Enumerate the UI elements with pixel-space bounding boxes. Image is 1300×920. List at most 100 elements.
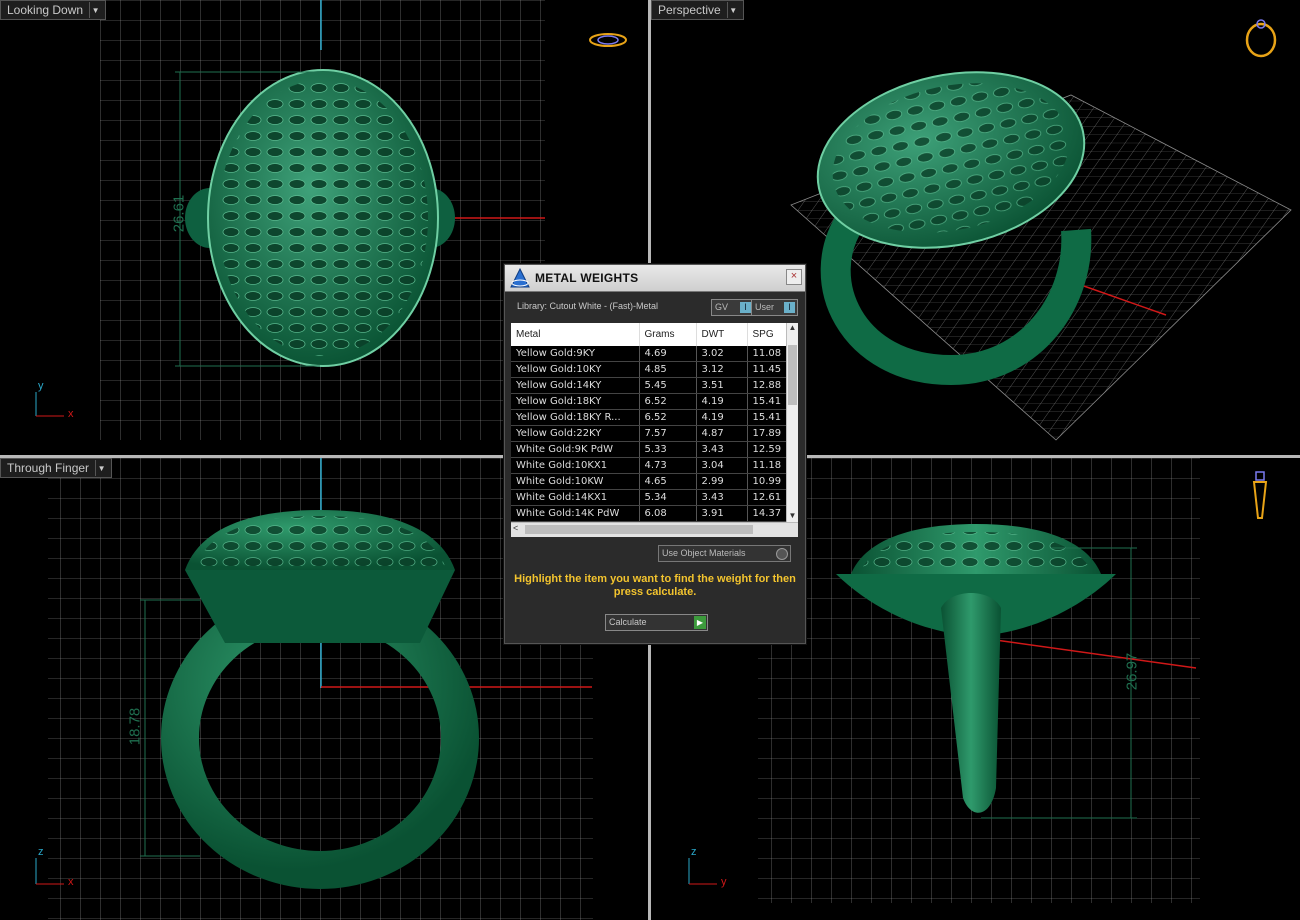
metal-weights-table: Metal Grams DWT SPG Yellow Gold:9KY 4.69 3.02… xyxy=(511,323,788,522)
table-cell: Yellow Gold:18KY xyxy=(511,393,640,410)
viewport-label[interactable]: Looking Down ▼ xyxy=(0,0,107,20)
table-cell: Yellow Gold:10KY xyxy=(511,361,640,378)
table-cell: 5.34 xyxy=(639,489,697,506)
table-cell: 4.19 xyxy=(696,409,748,426)
table-cell: 14.37 xyxy=(747,505,788,522)
viewport-label[interactable]: Through Finger ▼ xyxy=(0,458,113,478)
table-cell: Yellow Gold:9KY xyxy=(511,346,640,362)
app-logo-icon xyxy=(510,267,530,288)
table-row[interactable]: White Gold:10KW 4.65 2.99 10.99 xyxy=(511,473,788,490)
table-row[interactable]: Yellow Gold:18KY 6.52 4.19 15.41 xyxy=(511,393,788,410)
table-cell: White Gold:10KW xyxy=(511,473,640,490)
play-icon: ▶ xyxy=(694,616,706,629)
vertical-scrollbar[interactable]: ▲ ▼ xyxy=(786,323,798,523)
table-row[interactable]: Yellow Gold:18KY R... 6.52 4.19 15.41 xyxy=(511,409,788,426)
table-cell: 4.65 xyxy=(639,473,697,490)
table-cell: 4.73 xyxy=(639,457,697,474)
column-header[interactable]: Metal xyxy=(511,323,640,346)
instruction-text: Highlight the item you want to find the … xyxy=(514,573,796,598)
table-cell: 11.08 xyxy=(747,346,788,362)
scroll-thumb[interactable] xyxy=(525,525,753,534)
table-cell: 5.33 xyxy=(639,441,697,458)
axis-x-label: x xyxy=(68,408,74,420)
chevron-down-icon[interactable]: ▼ xyxy=(95,460,107,476)
table-cell: 4.19 xyxy=(696,393,748,410)
viewport-label[interactable]: Perspective ▼ xyxy=(651,0,744,20)
toggle-icon: I xyxy=(740,302,751,313)
ring-orientation-icon xyxy=(1252,471,1268,519)
table-cell: 11.45 xyxy=(747,361,788,378)
table-cell: 2.99 xyxy=(696,473,748,490)
table-cell: 15.41 xyxy=(747,409,788,426)
table-cell: 3.51 xyxy=(696,377,748,394)
table-cell: 4.85 xyxy=(639,361,697,378)
scroll-up-icon[interactable]: ▲ xyxy=(787,323,798,335)
dimension-label: 26.61 xyxy=(170,194,188,233)
table-cell: 4.87 xyxy=(696,425,748,442)
table-cell: 3.43 xyxy=(696,489,748,506)
column-header[interactable]: Grams xyxy=(639,323,697,346)
table-row[interactable]: White Gold:14K PdW 6.08 3.91 14.37 xyxy=(511,505,788,522)
table-cell: 4.69 xyxy=(639,346,697,362)
axis-x-label: x xyxy=(68,876,74,888)
table-cell: 15.41 xyxy=(747,393,788,410)
use-object-materials-label: Use Object Materials xyxy=(662,548,746,558)
calculate-label: Calculate xyxy=(609,617,647,627)
table-row[interactable]: White Gold:14KX1 5.34 3.43 12.61 xyxy=(511,489,788,506)
table-cell: 6.52 xyxy=(639,393,697,410)
scroll-thumb[interactable] xyxy=(788,345,797,405)
table-cell: 3.02 xyxy=(696,346,748,362)
horizontal-scrollbar[interactable]: < xyxy=(511,522,798,537)
axis-z-label: z xyxy=(38,846,44,858)
user-toggle-label: User xyxy=(755,302,775,312)
table-cell: 10.99 xyxy=(747,473,788,490)
library-label: Library: Cutout White - (Fast)-Metal xyxy=(517,301,659,311)
viewport-title: Looking Down xyxy=(7,2,84,17)
table-cell: 17.89 xyxy=(747,425,788,442)
table-row[interactable]: White Gold:9K PdW 5.33 3.43 12.59 xyxy=(511,441,788,458)
table-cell: 3.04 xyxy=(696,457,748,474)
table-row[interactable]: Yellow Gold:14KY 5.45 3.51 12.88 xyxy=(511,377,788,394)
toggle-icon: I xyxy=(784,302,795,313)
viewport-title: Perspective xyxy=(658,2,721,17)
metal-table-container: Metal Grams DWT SPG Yellow Gold:9KY 4.69 3.02… xyxy=(511,323,798,537)
table-cell: 3.43 xyxy=(696,441,748,458)
ring-orientation-icon xyxy=(1245,19,1277,58)
table-cell: White Gold:9K PdW xyxy=(511,441,640,458)
column-header[interactable]: DWT xyxy=(696,323,748,346)
table-row[interactable]: Yellow Gold:9KY 4.69 3.02 11.08 xyxy=(511,346,788,362)
table-cell: Yellow Gold:14KY xyxy=(511,377,640,394)
table-cell: 12.59 xyxy=(747,441,788,458)
table-cell: 3.12 xyxy=(696,361,748,378)
table-cell: White Gold:14KX1 xyxy=(511,489,640,506)
table-row[interactable]: White Gold:10KX1 4.73 3.04 11.18 xyxy=(511,457,788,474)
axis-y-label: y xyxy=(38,380,44,392)
table-cell: 11.18 xyxy=(747,457,788,474)
table-cell: 7.57 xyxy=(639,425,697,442)
radio-icon xyxy=(776,548,788,560)
chevron-down-icon[interactable]: ▼ xyxy=(726,2,739,18)
dialog-titlebar[interactable]: METAL WEIGHTS × xyxy=(505,265,805,292)
axis-y-label: y xyxy=(721,876,727,888)
table-cell: Yellow Gold:22KY xyxy=(511,425,640,442)
dialog-title: METAL WEIGHTS xyxy=(535,271,639,285)
viewport-title: Through Finger xyxy=(7,460,90,475)
metal-weights-dialog: METAL WEIGHTS × Library: Cutout White - … xyxy=(504,264,806,644)
table-cell: 3.91 xyxy=(696,505,748,522)
table-cell: White Gold:10KX1 xyxy=(511,457,640,474)
gv-toggle[interactable]: GV I xyxy=(711,299,754,316)
column-header[interactable]: SPG xyxy=(747,323,788,346)
table-row[interactable]: Yellow Gold:10KY 4.85 3.12 11.45 xyxy=(511,361,788,378)
calculate-button[interactable]: Calculate ▶ xyxy=(605,614,708,631)
axis-z-label: z xyxy=(691,846,697,858)
chevron-down-icon[interactable]: ▼ xyxy=(89,2,101,18)
use-object-materials-button[interactable]: Use Object Materials xyxy=(658,545,791,562)
scroll-left-icon[interactable]: < xyxy=(513,523,518,533)
table-row[interactable]: Yellow Gold:22KY 7.57 4.87 17.89 xyxy=(511,425,788,442)
table-cell: Yellow Gold:18KY R... xyxy=(511,409,640,426)
table-cell: White Gold:14K PdW xyxy=(511,505,640,522)
close-icon[interactable]: × xyxy=(786,269,802,285)
table-cell: 5.45 xyxy=(639,377,697,394)
gv-toggle-label: GV xyxy=(715,302,729,312)
user-toggle[interactable]: User I xyxy=(751,299,798,316)
